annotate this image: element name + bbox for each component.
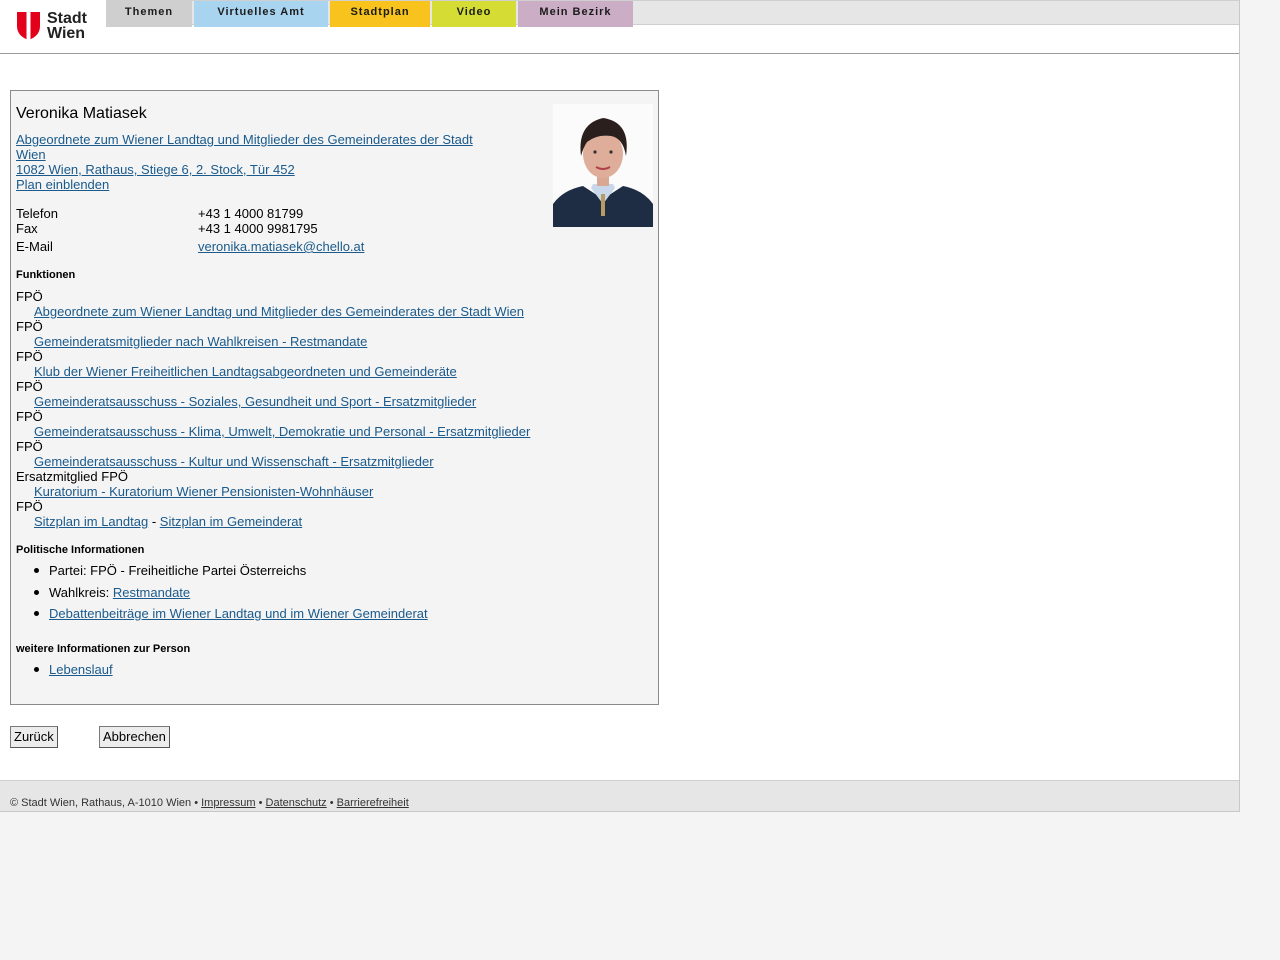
more-info-heading: weitere Informationen zur Person	[16, 643, 191, 655]
role-link-line1[interactable]: Abgeordnete zum Wiener Landtag und Mitgl…	[16, 132, 473, 147]
nav-tab-mein-bezirk[interactable]: Mein Bezirk	[518, 1, 633, 27]
site-header: Stadt Wien Themen Virtuelles Amt Stadtpl…	[0, 0, 1239, 54]
function-party: FPÖ	[16, 349, 43, 364]
function-link[interactable]: Kuratorium - Kuratorium Wiener Pensionis…	[34, 484, 373, 499]
party-info: Partei: FPÖ - Freiheitliche Partei Öster…	[49, 563, 307, 578]
barrierefreiheit-link[interactable]: Barrierefreiheit	[337, 797, 409, 809]
debates-link[interactable]: Debattenbeiträge im Wiener Landtag und i…	[49, 606, 428, 621]
footer-separator: •	[194, 797, 199, 809]
show-plan-link[interactable]: Plan einblenden	[16, 177, 109, 192]
footer-separator: •	[258, 797, 263, 809]
site-footer: © Stadt Wien, Rathaus, A-1010 Wien • Imp…	[0, 780, 1239, 812]
political-info-heading: Politische Informationen	[16, 544, 145, 556]
function-link[interactable]: Gemeinderatsausschuss - Soziales, Gesund…	[34, 394, 476, 409]
function-link[interactable]: Klub der Wiener Freiheitlichen Landtagsa…	[34, 364, 457, 379]
cv-link[interactable]: Lebenslauf	[49, 662, 113, 677]
nav-tab-themen[interactable]: Themen	[106, 1, 192, 27]
seat-plan-gemeinderat-link[interactable]: Sitzplan im Gemeinderat	[160, 514, 302, 529]
bullet-icon	[34, 568, 39, 573]
function-party: Ersatzmitglied FPÖ	[16, 469, 128, 484]
person-detail-card: Veronika Matiasek Abgeordnete zum Wiener…	[10, 90, 659, 705]
datenschutz-link[interactable]: Datenschutz	[266, 797, 327, 809]
bullet-icon	[34, 590, 39, 595]
address-link[interactable]: 1082 Wien, Rathaus, Stiege 6, 2. Stock, …	[16, 162, 295, 177]
stadt-wien-logo[interactable]: Stadt Wien	[16, 9, 96, 43]
wahlkreis-label: Wahlkreis:	[49, 585, 110, 600]
phone-value: +43 1 4000 81799	[198, 206, 304, 221]
nav-tab-video[interactable]: Video	[432, 1, 516, 27]
fax-value: +43 1 4000 9981795	[198, 221, 318, 236]
wahlkreis-info: Wahlkreis: Restmandate	[49, 585, 190, 600]
bullet-icon	[34, 611, 39, 616]
function-party: FPÖ	[16, 289, 43, 304]
seat-plan-landtag-link[interactable]: Sitzplan im Landtag	[34, 514, 148, 529]
function-party: FPÖ	[16, 409, 43, 424]
function-party: FPÖ	[16, 499, 43, 514]
nav-tab-stadtplan[interactable]: Stadtplan	[330, 1, 430, 27]
footer-separator: •	[329, 797, 334, 809]
function-party: FPÖ	[16, 379, 43, 394]
function-party: FPÖ	[16, 319, 43, 334]
email-label: E-Mail	[16, 239, 53, 254]
seat-plan-links: Sitzplan im Landtag - Sitzplan im Gemein…	[34, 514, 302, 529]
function-party: FPÖ	[16, 439, 43, 454]
wahlkreis-link[interactable]: Restmandate	[113, 585, 190, 600]
page: Stadt Wien Themen Virtuelles Amt Stadtpl…	[0, 0, 1240, 812]
fax-label: Fax	[16, 221, 38, 236]
impressum-link[interactable]: Impressum	[201, 797, 255, 809]
back-button[interactable]: Zurück	[10, 726, 58, 748]
person-name: Veronika Matiasek	[16, 105, 147, 122]
vienna-shield-icon	[17, 12, 40, 40]
function-link[interactable]: Gemeinderatsausschuss - Klima, Umwelt, D…	[34, 424, 530, 439]
email-link[interactable]: veronika.matiasek@chello.at	[198, 239, 364, 254]
function-link[interactable]: Abgeordnete zum Wiener Landtag und Mitgl…	[34, 304, 524, 319]
functions-heading: Funktionen	[16, 269, 76, 281]
portrait-photo-icon	[553, 104, 653, 227]
cancel-button[interactable]: Abbrechen	[99, 726, 170, 748]
role-link-line2[interactable]: Wien	[16, 147, 46, 162]
main-navigation: Themen Virtuelles Amt Stadtplan Video Me…	[106, 0, 1239, 27]
function-link[interactable]: Gemeinderatsausschuss - Kultur und Wisse…	[34, 454, 434, 469]
person-photo	[553, 104, 653, 227]
nav-tab-virtuelles-amt[interactable]: Virtuelles Amt	[194, 1, 328, 27]
footer-copyright: © Stadt Wien, Rathaus, A-1010 Wien	[10, 797, 192, 809]
phone-label: Telefon	[16, 206, 58, 221]
function-link[interactable]: Gemeinderatsmitglieder nach Wahlkreisen …	[34, 334, 367, 349]
footer-row: © Stadt Wien, Rathaus, A-1010 Wien • Imp…	[10, 797, 409, 809]
bullet-icon	[34, 667, 39, 672]
seat-plan-separator: -	[151, 514, 157, 529]
logo-text-wien: Wien	[47, 25, 86, 42]
